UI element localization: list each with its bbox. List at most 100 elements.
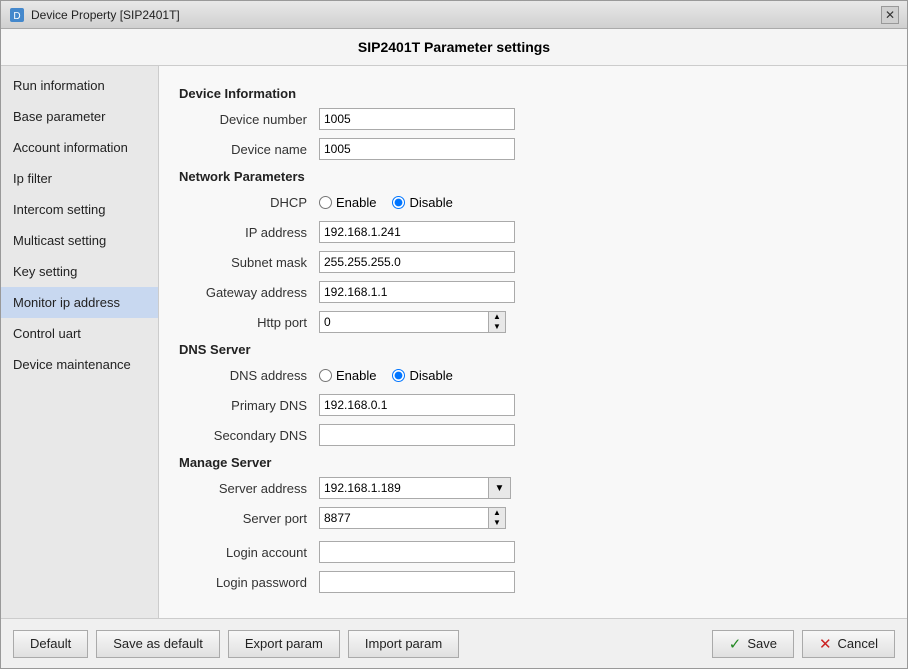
server-address-dropdown: ▼ — [319, 477, 511, 499]
save-check-icon: ✓ — [729, 635, 742, 653]
import-param-button[interactable]: Import param — [348, 630, 459, 658]
dhcp-radio-group: Enable Disable — [319, 195, 453, 210]
device-name-input[interactable] — [319, 138, 515, 160]
primary-dns-label: Primary DNS — [179, 398, 319, 413]
row-secondary-dns: Secondary DNS — [179, 423, 887, 447]
dns-enable-label: Enable — [336, 368, 376, 383]
dialog-header: SIP2401T Parameter settings — [1, 29, 907, 66]
save-as-default-button[interactable]: Save as default — [96, 630, 220, 658]
cancel-x-icon: ✕ — [819, 635, 832, 653]
subnet-mask-input[interactable] — [319, 251, 515, 273]
dns-enable-radio[interactable] — [319, 369, 332, 382]
login-account-label: Login account — [179, 545, 319, 560]
section-device-info: Device Information — [179, 86, 887, 101]
server-address-input[interactable] — [319, 477, 489, 499]
sidebar-item-run-information[interactable]: Run information — [1, 70, 158, 101]
dhcp-label: DHCP — [179, 195, 319, 210]
gateway-input[interactable] — [319, 281, 515, 303]
save-label: Save — [747, 636, 777, 651]
row-device-number: Device number — [179, 107, 887, 131]
dns-enable-option[interactable]: Enable — [319, 368, 376, 383]
row-server-address: Server address ▼ — [179, 476, 887, 500]
dhcp-enable-label: Enable — [336, 195, 376, 210]
sidebar-item-ip-filter[interactable]: Ip filter — [1, 163, 158, 194]
row-gateway: Gateway address — [179, 280, 887, 304]
export-param-button[interactable]: Export param — [228, 630, 340, 658]
subnet-mask-label: Subnet mask — [179, 255, 319, 270]
http-port-input[interactable] — [319, 311, 489, 333]
main-content: Run information Base parameter Account i… — [1, 66, 907, 618]
main-window: D Device Property [SIP2401T] ✕ SIP2401T … — [0, 0, 908, 669]
title-bar-left: D Device Property [SIP2401T] — [9, 7, 180, 23]
http-port-label: Http port — [179, 315, 319, 330]
sidebar-item-monitor-ip-address[interactable]: Monitor ip address — [1, 287, 158, 318]
secondary-dns-label: Secondary DNS — [179, 428, 319, 443]
row-primary-dns: Primary DNS — [179, 393, 887, 417]
row-login-password: Login password — [179, 570, 887, 594]
sidebar: Run information Base parameter Account i… — [1, 66, 159, 618]
cancel-label: Cancel — [838, 636, 878, 651]
row-device-name: Device name — [179, 137, 887, 161]
sidebar-item-base-parameter[interactable]: Base parameter — [1, 101, 158, 132]
server-address-dropdown-button[interactable]: ▼ — [489, 477, 511, 499]
login-account-input[interactable] — [319, 541, 515, 563]
save-button[interactable]: ✓ Save — [712, 630, 794, 658]
sidebar-item-multicast-setting[interactable]: Multicast setting — [1, 225, 158, 256]
default-button[interactable]: Default — [13, 630, 88, 658]
dns-disable-option[interactable]: Disable — [392, 368, 452, 383]
dialog-title: SIP2401T Parameter settings — [358, 39, 550, 55]
http-port-spinner-buttons: ▲ ▼ — [489, 311, 506, 333]
dns-address-label: DNS address — [179, 368, 319, 383]
server-port-down-button[interactable]: ▼ — [489, 518, 505, 528]
login-password-label: Login password — [179, 575, 319, 590]
window-title: Device Property [SIP2401T] — [31, 8, 180, 22]
section-dns-server: DNS Server — [179, 342, 887, 357]
dns-radio-group: Enable Disable — [319, 368, 453, 383]
title-bar: D Device Property [SIP2401T] ✕ — [1, 1, 907, 29]
ip-address-input[interactable] — [319, 221, 515, 243]
row-server-port: Server port ▲ ▼ — [179, 506, 887, 530]
row-ip-address: IP address — [179, 220, 887, 244]
http-port-down-button[interactable]: ▼ — [489, 322, 505, 332]
gateway-label: Gateway address — [179, 285, 319, 300]
server-address-label: Server address — [179, 481, 319, 496]
dns-disable-label: Disable — [409, 368, 452, 383]
sidebar-item-device-maintenance[interactable]: Device maintenance — [1, 349, 158, 380]
dhcp-disable-option[interactable]: Disable — [392, 195, 452, 210]
section-manage-server: Manage Server — [179, 455, 887, 470]
cancel-button[interactable]: ✕ Cancel — [802, 630, 895, 658]
row-http-port: Http port ▲ ▼ — [179, 310, 887, 334]
row-dhcp: DHCP Enable Disable — [179, 190, 887, 214]
server-port-spinner: ▲ ▼ — [319, 507, 506, 529]
dhcp-disable-radio[interactable] — [392, 196, 405, 209]
device-number-label: Device number — [179, 112, 319, 127]
dhcp-enable-radio[interactable] — [319, 196, 332, 209]
window-icon: D — [9, 7, 25, 23]
dns-disable-radio[interactable] — [392, 369, 405, 382]
device-number-input[interactable] — [319, 108, 515, 130]
svg-text:D: D — [13, 11, 20, 22]
sidebar-item-intercom-setting[interactable]: Intercom setting — [1, 194, 158, 225]
sidebar-item-account-information[interactable]: Account information — [1, 132, 158, 163]
login-password-input[interactable] — [319, 571, 515, 593]
row-dns-address: DNS address Enable Disable — [179, 363, 887, 387]
server-port-up-button[interactable]: ▲ — [489, 508, 505, 518]
http-port-spinner: ▲ ▼ — [319, 311, 506, 333]
ip-address-label: IP address — [179, 225, 319, 240]
secondary-dns-input[interactable] — [319, 424, 515, 446]
row-login-account: Login account — [179, 540, 887, 564]
server-port-input[interactable] — [319, 507, 489, 529]
server-port-spinner-buttons: ▲ ▼ — [489, 507, 506, 529]
form-area: Device Information Device number Device … — [159, 66, 907, 618]
http-port-up-button[interactable]: ▲ — [489, 312, 505, 322]
dhcp-enable-option[interactable]: Enable — [319, 195, 376, 210]
device-name-label: Device name — [179, 142, 319, 157]
close-button[interactable]: ✕ — [881, 6, 899, 24]
section-network-params: Network Parameters — [179, 169, 887, 184]
sidebar-item-control-uart[interactable]: Control uart — [1, 318, 158, 349]
primary-dns-input[interactable] — [319, 394, 515, 416]
dhcp-disable-label: Disable — [409, 195, 452, 210]
sidebar-item-key-setting[interactable]: Key setting — [1, 256, 158, 287]
row-subnet-mask: Subnet mask — [179, 250, 887, 274]
server-port-label: Server port — [179, 511, 319, 526]
